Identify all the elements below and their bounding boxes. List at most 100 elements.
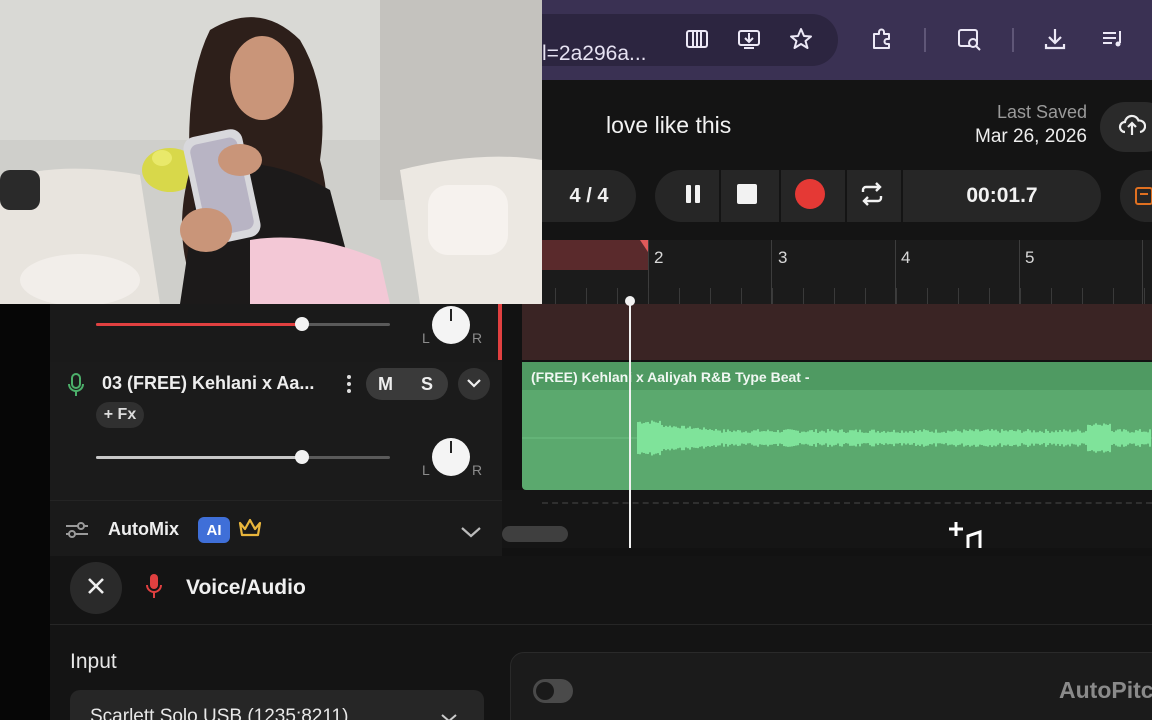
- loop-end-marker[interactable]: [640, 240, 648, 252]
- ruler-tick: [927, 288, 928, 304]
- timeline-ruler[interactable]: 2 3 4 5: [522, 240, 1152, 304]
- last-saved-label: Last Saved: [996, 102, 1087, 122]
- url-text: l=2a296a...: [542, 42, 647, 65]
- automix-label: AutoMix: [108, 519, 179, 539]
- automix-bar[interactable]: AutoMix AI: [50, 500, 502, 556]
- crown-icon: [238, 517, 262, 544]
- volume-slider-fill: [96, 323, 302, 326]
- ruler-tick: [772, 288, 773, 304]
- ruler-tick: [958, 288, 959, 304]
- track-selected-indicator: [498, 304, 502, 360]
- tab-search-icon[interactable]: [954, 24, 984, 54]
- bar-number: 5: [1025, 248, 1035, 267]
- ruler-tick: [989, 288, 990, 304]
- pan-left-label: L: [422, 330, 430, 346]
- microphone-icon: [66, 372, 86, 403]
- empty-track-area[interactable]: [502, 490, 1152, 548]
- pan-knob[interactable]: [432, 438, 470, 476]
- drop-zone-border: [542, 502, 1152, 504]
- ruler-tick: [648, 288, 649, 304]
- ruler-tick: [1020, 288, 1021, 304]
- browser-toolbar: l=2a296a...: [542, 0, 1152, 80]
- record-icon: [794, 178, 826, 215]
- stop-button[interactable]: [717, 170, 777, 222]
- add-clip-cursor-icon: [948, 520, 988, 553]
- ruler-tick: [679, 288, 680, 304]
- transport-controls: [655, 170, 901, 222]
- ruler-tick: [1082, 288, 1083, 304]
- input-label: Input: [70, 650, 117, 673]
- ruler-tick: [865, 288, 866, 304]
- metronome-icon: [1134, 184, 1152, 213]
- cloud-upload-icon: [1118, 113, 1147, 142]
- autopitch-card: AutoPitch: [510, 652, 1152, 720]
- ruler-tick: [1113, 288, 1114, 304]
- bar-number: 3: [778, 248, 788, 267]
- horizontal-scrollbar[interactable]: [502, 526, 568, 542]
- cloud-upload-button[interactable]: [1100, 102, 1152, 152]
- clip-header[interactable]: (FREE) Kehlani x Aaliyah R&B Type Beat -: [522, 362, 1152, 390]
- add-fx-button[interactable]: + Fx: [96, 402, 144, 428]
- loop-icon: [858, 181, 886, 212]
- webcam-overlay: [0, 0, 542, 304]
- pause-button[interactable]: [663, 170, 723, 222]
- install-app-icon[interactable]: [734, 24, 764, 54]
- toolbar-divider: [924, 28, 926, 52]
- queue-icon[interactable]: [1098, 24, 1128, 54]
- close-button[interactable]: [70, 562, 122, 614]
- bar-number: 4: [901, 248, 911, 267]
- close-icon: [86, 576, 106, 601]
- input-device-select[interactable]: Scarlett Solo USB (1235:8211): [70, 690, 484, 720]
- microphone-icon: [144, 572, 164, 605]
- chevron-down-icon: [466, 375, 482, 393]
- webcam-video: [0, 0, 542, 304]
- toolbar-divider: [1012, 28, 1014, 52]
- last-saved-date: Mar 26, 2026: [975, 126, 1087, 147]
- track-menu-icon[interactable]: [346, 374, 352, 399]
- ruler-tick: [803, 288, 804, 304]
- pause-icon: [683, 183, 703, 210]
- record-button[interactable]: [780, 170, 840, 222]
- ruler-tick: [617, 288, 618, 304]
- autopitch-label: AutoPitch: [1059, 677, 1152, 703]
- mute-button[interactable]: M: [378, 374, 393, 395]
- input-device-value: Scarlett Solo USB (1235:8211): [90, 706, 349, 720]
- volume-slider-thumb[interactable]: [294, 450, 309, 464]
- extensions-icon[interactable]: [867, 24, 897, 54]
- project-title[interactable]: love like this: [606, 112, 731, 139]
- ruler-tick: [1144, 288, 1145, 304]
- star-icon[interactable]: [786, 24, 816, 54]
- bar-number: 2: [654, 248, 664, 267]
- time-signature[interactable]: 4 / 4: [542, 170, 636, 222]
- ruler-tick: [896, 288, 897, 304]
- voice-audio-panel: Voice/Audio Input Scarlett Solo USB (123…: [50, 556, 1152, 720]
- autopitch-toggle[interactable]: [533, 679, 573, 703]
- clip-title: (FREE) Kehlani x Aaliyah R&B Type Beat -: [531, 369, 810, 385]
- playhead[interactable]: [629, 300, 631, 548]
- ruler-tick: [741, 288, 742, 304]
- solo-button[interactable]: S: [421, 374, 433, 395]
- waveform: [522, 420, 1152, 456]
- volume-slider-fill: [96, 456, 302, 459]
- track-name[interactable]: 03 (FREE) Kehlani x Aa...: [102, 373, 314, 394]
- track-lane-02[interactable]: [522, 304, 1152, 360]
- pan-right-label: R: [472, 462, 483, 478]
- playhead-handle[interactable]: [625, 296, 635, 306]
- stop-icon: [736, 183, 758, 210]
- audio-clip[interactable]: (FREE) Kehlani x Aaliyah R&B Type Beat -: [522, 362, 1152, 490]
- loop-button[interactable]: [842, 170, 902, 222]
- bar-line: [1142, 240, 1143, 304]
- chevron-down-icon[interactable]: [460, 525, 482, 543]
- pan-right-label: R: [472, 330, 483, 346]
- chevron-down-icon: [440, 710, 458, 720]
- ruler-tick: [586, 288, 587, 304]
- pan-knob[interactable]: [432, 306, 470, 344]
- track-expand-button[interactable]: [458, 368, 490, 400]
- time-display: 00:01.7: [903, 170, 1101, 222]
- panel-title: Voice/Audio: [186, 576, 306, 599]
- download-icon[interactable]: [1040, 24, 1070, 54]
- ruler-tick: [834, 288, 835, 304]
- volume-slider-thumb[interactable]: [294, 317, 309, 331]
- left-edge: [0, 304, 50, 720]
- piano-icon[interactable]: [682, 24, 712, 54]
